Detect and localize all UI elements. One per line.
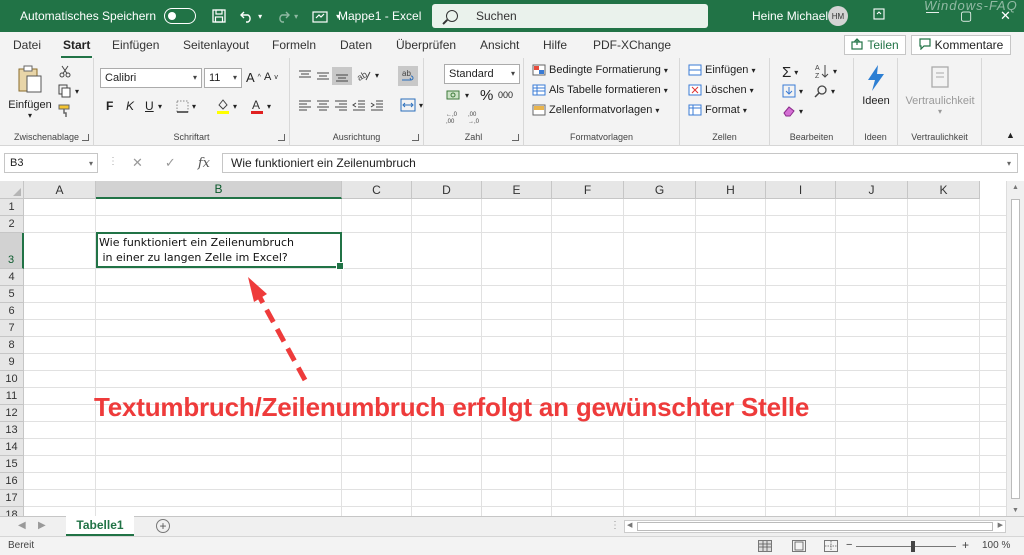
zoom-slider[interactable]: [856, 541, 956, 552]
normal-view-icon[interactable]: [758, 540, 772, 552]
scroll-up-icon[interactable]: ▲: [1012, 184, 1019, 191]
prev-sheet-icon[interactable]: ◀: [18, 520, 26, 531]
annotation-text: Textumbruch/Zeilenumbruch erfolgt an gew…: [94, 392, 810, 422]
status-ready: Bereit: [8, 540, 35, 551]
zoom-in-button[interactable]: +: [962, 538, 969, 552]
zoom-out-button[interactable]: −: [846, 539, 852, 551]
horizontal-scrollbar[interactable]: ◀ ▶: [624, 520, 1006, 533]
sheet-tab-tabelle1[interactable]: Tabelle1: [66, 516, 134, 537]
annotation-arrow: [248, 277, 308, 382]
sheet-tab-bar: ◀ ▶ Tabelle1 + ⋮ ◀ ▶: [0, 516, 1024, 537]
page-break-view-icon[interactable]: [824, 540, 838, 552]
vertical-scroll-thumb[interactable]: [1011, 199, 1020, 499]
scroll-right-icon[interactable]: ▶: [998, 521, 1003, 529]
scroll-down-icon[interactable]: ▼: [1012, 507, 1019, 514]
annotation-arrowhead: [248, 277, 267, 302]
tab-split-handle-icon[interactable]: ⋮: [610, 520, 620, 531]
zoom-level[interactable]: 100 %: [982, 540, 1010, 551]
page-layout-view-icon[interactable]: [792, 540, 806, 552]
horizontal-scroll-thumb[interactable]: [637, 522, 993, 531]
scroll-left-icon[interactable]: ◀: [627, 521, 632, 529]
add-sheet-button[interactable]: +: [156, 519, 170, 533]
zoom-slider-knob[interactable]: [911, 541, 915, 552]
vertical-scrollbar[interactable]: ▲ ▼: [1006, 181, 1024, 516]
next-sheet-icon[interactable]: ▶: [38, 520, 46, 531]
status-bar: Bereit − + 100 %: [0, 536, 1024, 555]
